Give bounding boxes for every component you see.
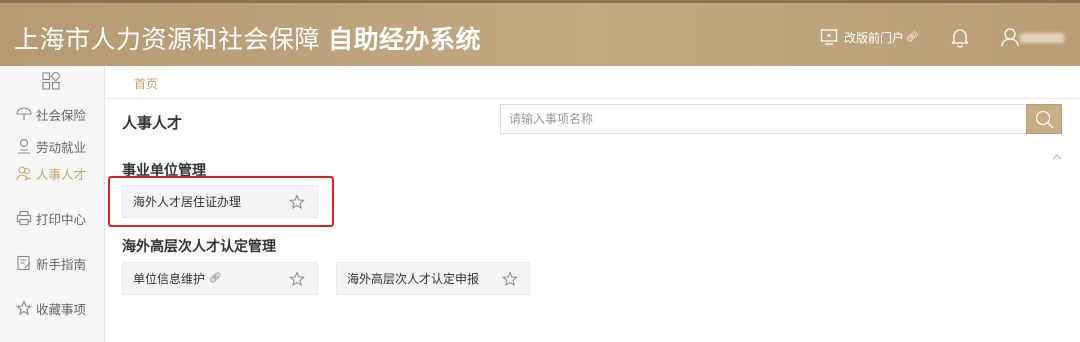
- sidebar-item-label: 劳动就业: [36, 139, 87, 155]
- sidebar-item-favorites[interactable]: 收藏事项: [16, 298, 86, 318]
- sidebar-item-employment[interactable]: 劳动就业: [16, 136, 86, 156]
- service-item[interactable]: 海外高层次人才认定申报: [336, 262, 530, 295]
- sidebar-item-label: 打印中心: [36, 211, 87, 227]
- sidebar-item-label: 人事人才: [36, 166, 87, 182]
- search-icon: [1035, 110, 1054, 129]
- service-item-label: 单位信息维护: [133, 272, 206, 286]
- app-title-bold: 自助经办系统: [328, 25, 482, 54]
- highlight-box: [108, 176, 334, 227]
- search-button[interactable]: [1026, 104, 1062, 134]
- breadcrumb-home[interactable]: 首页: [134, 75, 158, 92]
- star-icon: [16, 300, 32, 316]
- page-title: 人事人才: [122, 114, 183, 132]
- star-icon[interactable]: [289, 271, 305, 287]
- link-icon: 🔗︎: [209, 273, 222, 284]
- user-icon[interactable]: [1000, 26, 1020, 48]
- umbrella-icon: [16, 107, 32, 120]
- grid-menu-icon[interactable]: [42, 72, 60, 90]
- monitor-icon: [820, 29, 838, 45]
- sidebar-item-label: 收藏事项: [36, 301, 87, 317]
- group-title: 海外高层次人才认定管理: [122, 239, 276, 255]
- service-item-label: 海外高层次人才认定申报: [347, 272, 480, 286]
- chevron-up-icon[interactable]: [1051, 152, 1063, 162]
- sidebar-item-label: 新手指南: [36, 256, 87, 272]
- guide-icon: [17, 255, 31, 271]
- people-icon: [16, 166, 32, 181]
- worker-icon: [18, 138, 30, 154]
- sidebar-item-social-insurance[interactable]: 社会保险: [16, 104, 86, 124]
- app-title-main: 上海市人力资源和社会保障: [14, 25, 321, 54]
- top-header: 上海市人力资源和社会保障 自助经办系统 改版前门户 🔗︎: [0, 0, 1080, 66]
- printer-icon: [16, 210, 32, 226]
- bell-icon[interactable]: [950, 26, 970, 48]
- link-icon: 🔗︎: [906, 31, 919, 43]
- search-input[interactable]: [500, 104, 1026, 134]
- sidebar-item-label: 社会保险: [36, 107, 87, 123]
- sidebar-item-personnel-talent[interactable]: 人事人才: [16, 163, 86, 183]
- username-blurred: [1020, 33, 1064, 43]
- old-portal-link[interactable]: 改版前门户 🔗︎: [820, 27, 919, 47]
- service-item[interactable]: 单位信息维护 🔗︎: [122, 262, 318, 295]
- sidebar-item-print-center[interactable]: 打印中心: [16, 208, 86, 228]
- old-portal-label: 改版前门户: [844, 30, 905, 45]
- app-title: 上海市人力资源和社会保障 自助经办系统: [14, 20, 481, 56]
- star-icon[interactable]: [502, 271, 518, 287]
- breadcrumb-bar: 首页: [105, 66, 1080, 99]
- sidebar-item-guide[interactable]: 新手指南: [16, 253, 86, 273]
